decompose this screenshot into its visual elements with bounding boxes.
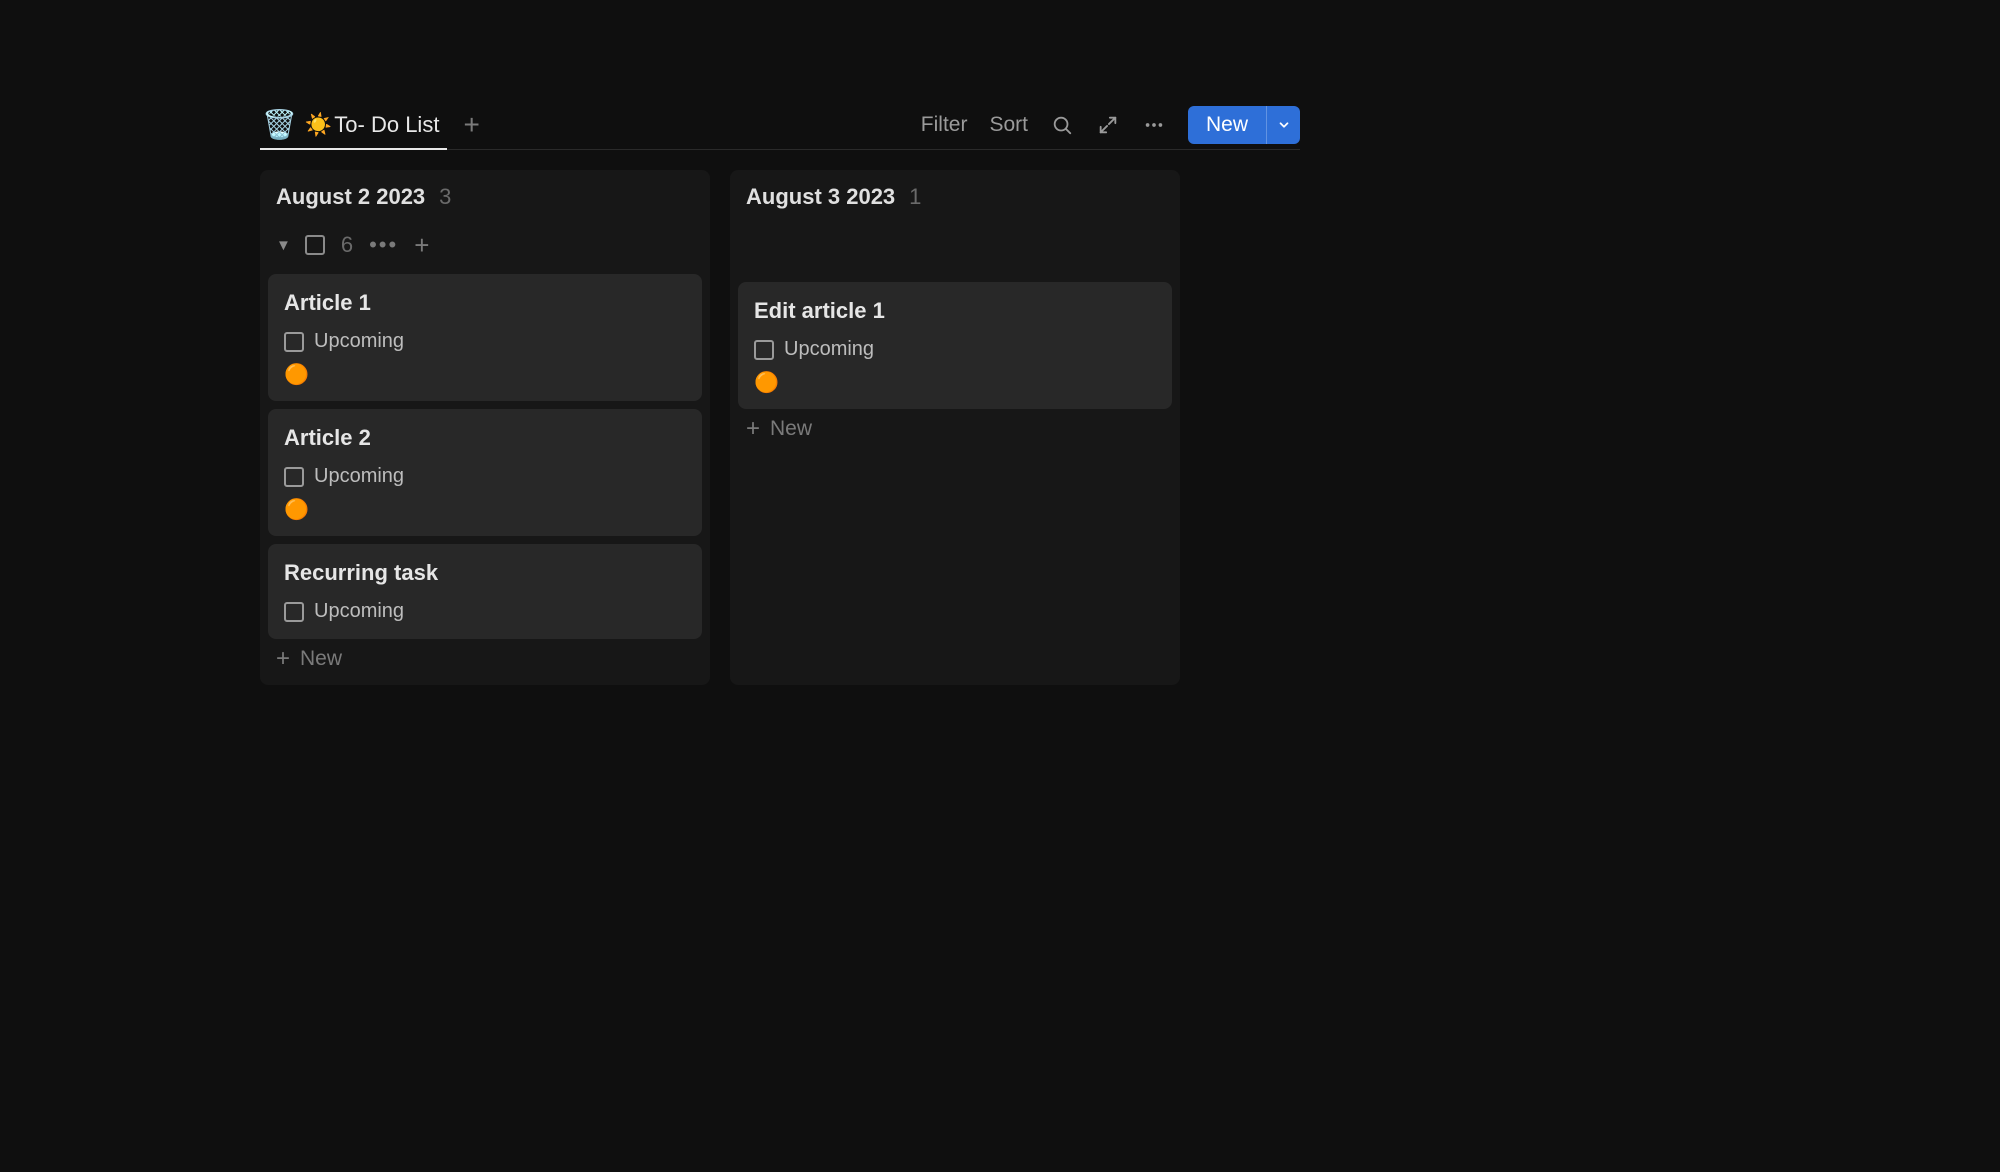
new-button-group: New	[1188, 106, 1300, 144]
priority-dot-icon: 🟠	[284, 500, 686, 520]
checkbox-icon[interactable]	[284, 332, 304, 352]
checkbox-icon[interactable]	[284, 602, 304, 622]
board-column: August 2 2023 3 ▼ 6 ••• + Article 1 Upco…	[260, 170, 710, 685]
add-view-button[interactable]: +	[463, 111, 479, 139]
add-card-button[interactable]: + New	[276, 647, 694, 671]
filter-button[interactable]: Filter	[921, 113, 968, 137]
search-icon[interactable]	[1050, 113, 1074, 137]
card-status: Upcoming	[754, 338, 1156, 361]
subgroup-count: 6	[341, 232, 353, 258]
plus-icon: +	[276, 647, 290, 671]
checkbox-icon[interactable]	[754, 340, 774, 360]
board-column: August 3 2023 1 Edit article 1 Upcoming …	[730, 170, 1180, 685]
add-card-label: New	[770, 417, 812, 441]
board: August 2 2023 3 ▼ 6 ••• + Article 1 Upco…	[260, 170, 1300, 685]
plus-icon: +	[746, 417, 760, 441]
view-tab-title: ☀️ To- Do List	[305, 112, 440, 138]
column-title: August 2 2023	[276, 184, 425, 210]
view-tab-todo[interactable]: 🗑️ ☀️ To- Do List	[260, 101, 447, 150]
new-button[interactable]: New	[1188, 106, 1266, 144]
sort-button[interactable]: Sort	[989, 113, 1028, 137]
card-title: Article 2	[284, 425, 686, 451]
priority-dot-icon: 🟠	[754, 373, 1156, 393]
card-status: Upcoming	[284, 330, 686, 353]
column-subgroup-header: ▼ 6 ••• +	[260, 222, 710, 274]
add-card-label: New	[300, 647, 342, 671]
card-title: Article 1	[284, 290, 686, 316]
trash-icon: 🗑️	[262, 111, 297, 139]
status-text: Upcoming	[314, 465, 404, 488]
task-card[interactable]: Edit article 1 Upcoming 🟠	[738, 282, 1172, 409]
view-tab-text: To- Do List	[334, 112, 439, 138]
column-count: 1	[909, 184, 921, 210]
add-card-button[interactable]: + New	[746, 417, 1164, 441]
view-toolbar: 🗑️ ☀️ To- Do List + Filter Sort New	[260, 100, 1300, 150]
task-card[interactable]: Recurring task Upcoming	[268, 544, 702, 639]
subgroup-add-button[interactable]: +	[414, 232, 429, 258]
column-header[interactable]: August 2 2023 3	[260, 170, 710, 222]
new-button-dropdown[interactable]	[1266, 106, 1300, 144]
task-card[interactable]: Article 2 Upcoming 🟠	[268, 409, 702, 536]
status-text: Upcoming	[314, 330, 404, 353]
toolbar-left: 🗑️ ☀️ To- Do List +	[260, 100, 480, 149]
column-count: 3	[439, 184, 451, 210]
more-icon[interactable]	[1142, 113, 1166, 137]
checkbox-icon[interactable]	[284, 467, 304, 487]
expand-icon[interactable]	[1096, 113, 1120, 137]
sun-icon: ☀️	[305, 112, 332, 138]
card-status: Upcoming	[284, 600, 686, 623]
priority-dot-icon: 🟠	[284, 365, 686, 385]
task-card[interactable]: Article 1 Upcoming 🟠	[268, 274, 702, 401]
column-title: August 3 2023	[746, 184, 895, 210]
status-text: Upcoming	[784, 338, 874, 361]
card-title: Edit article 1	[754, 298, 1156, 324]
status-text: Upcoming	[314, 600, 404, 623]
column-header[interactable]: August 3 2023 1	[730, 170, 1180, 222]
subgroup-more-icon[interactable]: •••	[369, 234, 398, 256]
toolbar-right: Filter Sort New	[921, 106, 1300, 144]
collapse-toggle-icon[interactable]: ▼	[276, 238, 291, 253]
card-title: Recurring task	[284, 560, 686, 586]
card-status: Upcoming	[284, 465, 686, 488]
subgroup-checkbox[interactable]	[305, 235, 325, 255]
